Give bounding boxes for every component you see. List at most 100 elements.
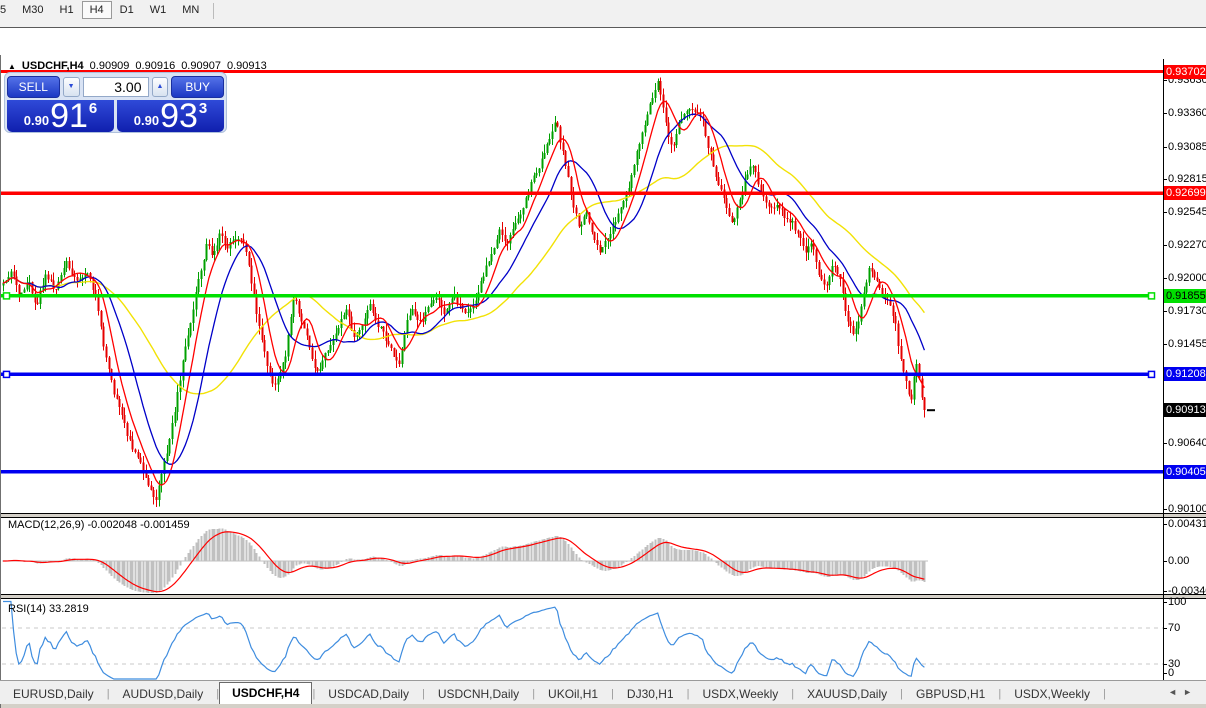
price-tick-label: 0.92545 xyxy=(1168,206,1206,218)
panel-separator[interactable] xyxy=(0,594,1206,599)
tab-scroll-right-icon[interactable]: ► xyxy=(1183,687,1198,697)
price-tick-label: 0.90640 xyxy=(1168,437,1206,449)
tab-separator: | xyxy=(1103,688,1106,704)
line-handle-icon[interactable] xyxy=(1149,293,1155,299)
tab-gbpusd-h1[interactable]: GBPUSD,H1 xyxy=(903,683,998,704)
candles xyxy=(4,78,925,508)
tab-usdchf-h4[interactable]: USDCHF,H4 xyxy=(219,682,312,704)
tab-scroll-arrows[interactable]: ◄► xyxy=(1168,687,1198,697)
tab-usdcad-daily[interactable]: USDCAD,Daily xyxy=(315,683,422,704)
timeframe-button-H4[interactable]: H4 xyxy=(82,1,112,19)
tab-xauusd-daily[interactable]: XAUUSD,Daily xyxy=(794,683,900,704)
ohlc-open: 0.90909 xyxy=(90,60,130,72)
sell-button[interactable]: SELL xyxy=(7,76,60,98)
tab-eurusd-daily[interactable]: EURUSD,Daily xyxy=(0,683,107,704)
sell-price-display[interactable]: 0.90 91 6 xyxy=(7,100,114,132)
toolbar-separator xyxy=(213,3,214,19)
chart-canvas[interactable]: ▲ USDCHF,H4 0.90909 0.90916 0.90907 0.90… xyxy=(0,29,1206,680)
price-tick-mark xyxy=(1163,443,1167,444)
chart-header: ▲ USDCHF,H4 0.90909 0.90916 0.90907 0.90… xyxy=(8,60,267,72)
sell-price-prefix: 0.90 xyxy=(24,113,49,128)
buy-price-pip-digit: 3 xyxy=(199,100,207,117)
macd-tick-label: 0.00431 xyxy=(1168,518,1206,530)
line-handle-icon[interactable] xyxy=(4,293,10,299)
price-tick-mark xyxy=(1163,311,1167,312)
mt4-window: 5M30H1H4D1W1MN ▲ USDCHF,H4 0.90909 0.909… xyxy=(0,0,1206,708)
tab-scroll-left-icon[interactable]: ◄ xyxy=(1168,687,1183,697)
tab-usdcnh-daily[interactable]: USDCNH,Daily xyxy=(425,683,532,704)
rsi-tick-label: 100 xyxy=(1168,596,1186,608)
macd-histogram xyxy=(4,528,925,593)
price-tick-label: 0.92815 xyxy=(1168,173,1206,185)
timeframe-toolbar: 5M30H1H4D1W1MN xyxy=(0,0,1206,28)
tab-usdx-weekly[interactable]: USDX,Weekly xyxy=(1001,683,1103,704)
rsi-line xyxy=(3,602,924,680)
tab-ukoil-h1[interactable]: UKOil,H1 xyxy=(535,683,611,704)
tab-dj30-h1[interactable]: DJ30,H1 xyxy=(614,683,687,704)
macd-tick-label: 0.00 xyxy=(1168,555,1189,567)
timeframe-button-MN[interactable]: MN xyxy=(174,1,207,19)
panel-separator[interactable] xyxy=(0,513,1206,518)
tab-usdx-weekly[interactable]: USDX,Weekly xyxy=(689,683,791,704)
buy-price-big-digits: 93 xyxy=(160,101,198,131)
price-badge-0.91208: 0.91208 xyxy=(1164,367,1206,381)
chart-tab-bar: EURUSD,Daily|AUDUSD,Daily|USDCHF,H4|USDC… xyxy=(0,680,1206,704)
price-tick-label: 0.93085 xyxy=(1168,141,1206,153)
ohlc-close: 0.90913 xyxy=(227,60,267,72)
price-badge-0.92699: 0.92699 xyxy=(1164,186,1206,200)
macd-panel xyxy=(2,528,928,593)
price-badge-0.93702: 0.93702 xyxy=(1164,65,1206,79)
macd-tick-mark xyxy=(1163,591,1167,592)
price-tick-mark xyxy=(1163,80,1167,81)
timeframe-button-H1[interactable]: H1 xyxy=(52,1,82,19)
price-badge-0.91855: 0.91855 xyxy=(1164,289,1206,303)
rsi-tick-label: 70 xyxy=(1168,622,1180,634)
timeframe-button-5[interactable]: 5 xyxy=(0,1,14,19)
rsi-tick-label: 0 xyxy=(1168,667,1174,679)
sell-price-pip-digit: 6 xyxy=(89,100,97,117)
symbol-period-label: USDCHF,H4 xyxy=(22,60,84,72)
price-tick-label: 0.92270 xyxy=(1168,239,1206,251)
timeframe-button-W1[interactable]: W1 xyxy=(142,1,175,19)
price-tick-label: 0.91455 xyxy=(1168,338,1206,350)
price-tick-mark xyxy=(1163,113,1167,114)
volume-input[interactable] xyxy=(83,77,149,97)
buy-button[interactable]: BUY xyxy=(171,76,224,98)
price-tick-label: 0.92000 xyxy=(1168,272,1206,284)
line-handle-icon[interactable] xyxy=(4,371,10,377)
collapse-triangle-icon[interactable]: ▲ xyxy=(8,62,16,71)
price-tick-mark xyxy=(1163,278,1167,279)
timeframe-button-M30[interactable]: M30 xyxy=(14,1,51,19)
line-handle-icon[interactable] xyxy=(1149,371,1155,377)
rsi-tick-mark xyxy=(1163,673,1167,674)
sell-price-big-digits: 91 xyxy=(50,101,88,131)
macd-tick-mark xyxy=(1163,524,1167,525)
macd-tick-mark xyxy=(1163,561,1167,562)
price-badge-0.90405: 0.90405 xyxy=(1164,465,1206,479)
price-tick-label: 0.91730 xyxy=(1168,305,1206,317)
buy-price-prefix: 0.90 xyxy=(134,113,159,128)
timeframe-button-D1[interactable]: D1 xyxy=(112,1,142,19)
macd-signal-line xyxy=(3,532,924,592)
ohlc-high: 0.90916 xyxy=(135,60,175,72)
tab-audusd-daily[interactable]: AUDUSD,Daily xyxy=(110,683,217,704)
price-tick-mark xyxy=(1163,179,1167,180)
rsi-tick-mark xyxy=(1163,628,1167,629)
price-tick-mark xyxy=(1163,147,1167,148)
price-tick-label: 0.90100 xyxy=(1168,503,1206,515)
macd-indicator-label: MACD(12,26,9) -0.002048 -0.001459 xyxy=(8,519,190,531)
rsi-indicator-label: RSI(14) 33.2819 xyxy=(8,603,89,615)
buy-price-display[interactable]: 0.90 93 3 xyxy=(117,100,224,132)
price-tick-mark xyxy=(1163,245,1167,246)
volume-decrease-button[interactable]: ▼ xyxy=(63,77,80,97)
price-tick-mark xyxy=(1163,344,1167,345)
window-left-border xyxy=(0,55,1,708)
price-badge-0.90913: 0.90913 xyxy=(1164,403,1206,417)
moving-averages xyxy=(3,101,924,485)
price-tick-label: 0.93360 xyxy=(1168,107,1206,119)
price-tick-mark xyxy=(1163,212,1167,213)
window-bottom-edge xyxy=(0,704,1206,708)
volume-increase-button[interactable]: ▲ xyxy=(152,77,169,97)
rsi-panel xyxy=(2,602,1163,680)
ohlc-low: 0.90907 xyxy=(181,60,221,72)
